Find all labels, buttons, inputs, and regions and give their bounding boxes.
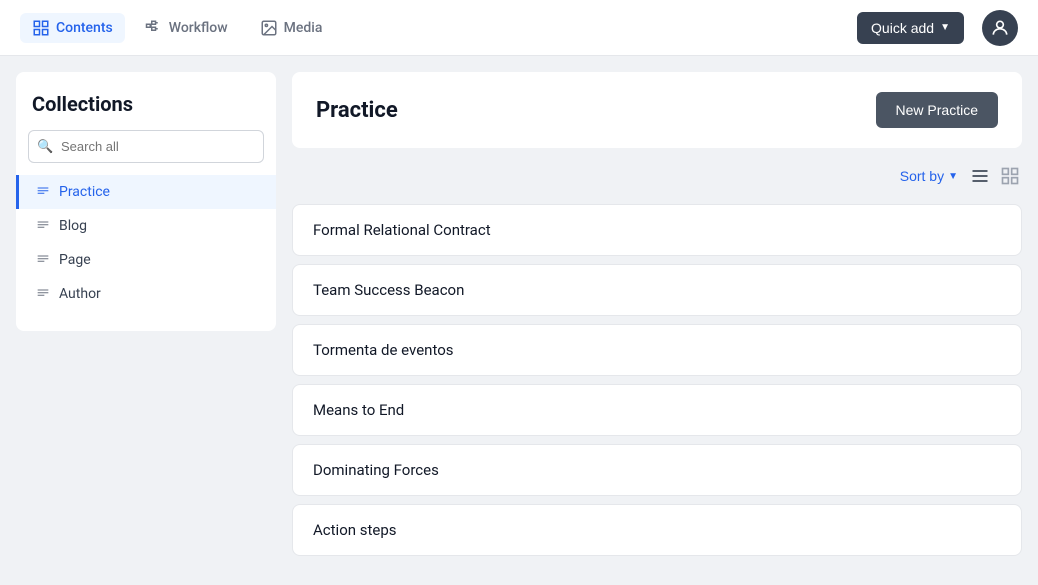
nav-tab-media[interactable]: Media — [248, 13, 335, 43]
items-list: Formal Relational Contract Team Success B… — [292, 204, 1022, 556]
sidebar-search-container: 🔍 — [28, 130, 264, 163]
sidebar-item-practice[interactable]: Practice — [16, 175, 276, 209]
user-avatar[interactable] — [982, 10, 1018, 46]
user-icon — [990, 18, 1010, 38]
quick-add-button[interactable]: Quick add ▼ — [857, 12, 964, 44]
author-icon — [35, 286, 51, 302]
list-item[interactable]: Action steps — [292, 504, 1022, 556]
workflow-icon — [145, 19, 163, 37]
list-view-button[interactable] — [968, 164, 992, 188]
sidebar-item-page[interactable]: Page — [16, 243, 276, 277]
contents-icon — [32, 19, 50, 37]
grid-view-button[interactable] — [998, 164, 1022, 188]
nav-tab-workflow-label: Workflow — [169, 20, 228, 36]
view-toggle — [968, 164, 1022, 188]
list-item[interactable]: Formal Relational Contract — [292, 204, 1022, 256]
top-navigation: Contents Workflow Media Quick add ▼ — [0, 0, 1038, 56]
sidebar-item-blog-label: Blog — [59, 218, 87, 234]
page-title: Practice — [316, 98, 398, 123]
practice-icon — [35, 184, 51, 200]
sidebar-item-author-label: Author — [59, 286, 101, 302]
list-item[interactable]: Means to End — [292, 384, 1022, 436]
nav-tab-workflow[interactable]: Workflow — [133, 13, 240, 43]
nav-tab-media-label: Media — [284, 20, 323, 36]
sort-by-button[interactable]: Sort by ▼ — [900, 168, 958, 184]
nav-tab-contents-label: Contents — [56, 20, 113, 36]
media-icon — [260, 19, 278, 37]
quick-add-label: Quick add — [871, 20, 934, 36]
nav-tab-contents[interactable]: Contents — [20, 13, 125, 43]
sort-chevron-icon: ▼ — [948, 171, 958, 182]
list-view-icon — [970, 166, 990, 186]
blog-icon — [35, 218, 51, 234]
grid-view-icon — [1000, 166, 1020, 186]
content-header: Practice New Practice — [292, 72, 1022, 148]
content-area: Practice New Practice Sort by ▼ — [292, 72, 1022, 569]
sidebar-item-author[interactable]: Author — [16, 277, 276, 311]
sidebar-item-practice-label: Practice — [59, 184, 110, 200]
sidebar-item-blog[interactable]: Blog — [16, 209, 276, 243]
content-toolbar: Sort by ▼ — [292, 160, 1022, 192]
list-item[interactable]: Tormenta de eventos — [292, 324, 1022, 376]
list-item[interactable]: Dominating Forces — [292, 444, 1022, 496]
sidebar: Collections 🔍 Practice Blog — [16, 72, 276, 331]
list-item[interactable]: Team Success Beacon — [292, 264, 1022, 316]
search-input[interactable] — [28, 130, 264, 163]
new-practice-button[interactable]: New Practice — [876, 92, 998, 128]
search-icon: 🔍 — [37, 139, 53, 154]
page-icon — [35, 252, 51, 268]
sidebar-item-page-label: Page — [59, 252, 91, 268]
sort-by-label: Sort by — [900, 168, 944, 184]
main-layout: Collections 🔍 Practice Blog — [0, 56, 1038, 585]
sidebar-title: Collections — [16, 92, 276, 130]
chevron-down-icon: ▼ — [940, 22, 950, 33]
